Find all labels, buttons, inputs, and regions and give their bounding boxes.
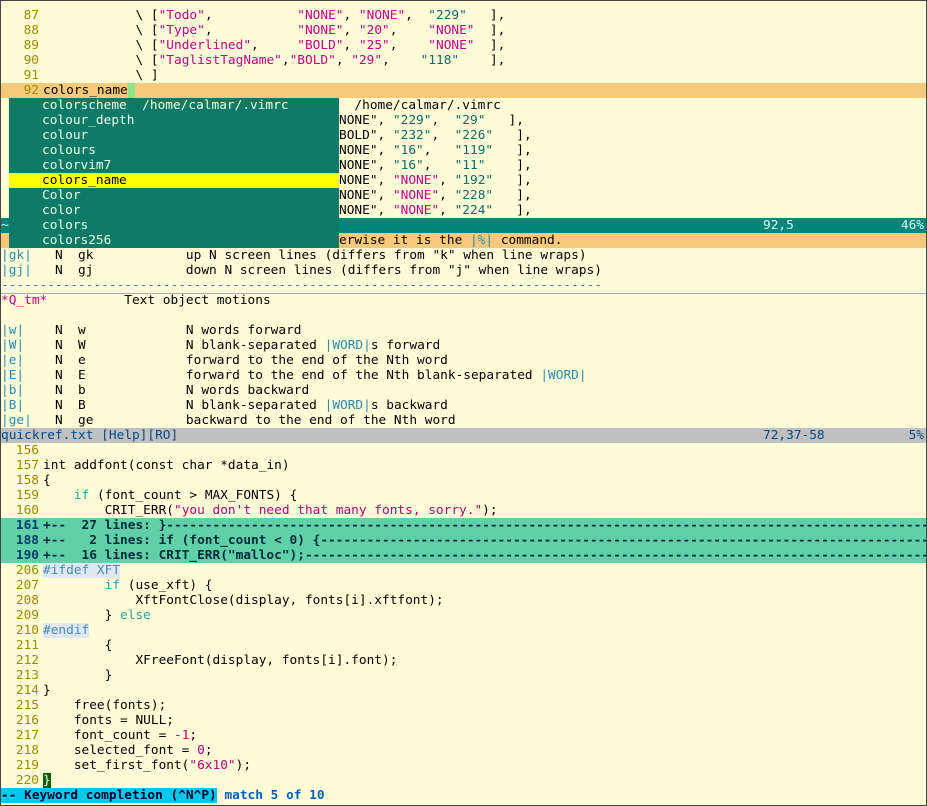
line-number: 212 <box>15 653 39 668</box>
line-number: 92 <box>23 83 39 98</box>
line-number: 214 <box>15 683 39 698</box>
line-number: 207 <box>15 578 39 593</box>
fold-line: 190 +-- 16 lines: CRIT_ERR("malloc");----… <box>1 548 926 563</box>
code-line: 158{ <box>1 473 926 488</box>
completion-item[interactable]: colors256 <box>9 233 339 248</box>
buffer-line: 90 \ ["TaglistTagName","BOLD", "29", "11… <box>1 53 926 68</box>
code-line: 156 <box>1 443 926 458</box>
help-motion-row: |W| N W N blank-separated |WORD|s forwar… <box>1 338 441 353</box>
help-motion-row: |e| N e forward to the end of the Nth wo… <box>1 353 448 368</box>
line-number: 215 <box>15 698 39 713</box>
completion-item[interactable]: colors <box>9 218 339 233</box>
code-line: 220} <box>1 773 926 788</box>
line-number: 213 <box>15 668 39 683</box>
code-line: 217 font_count = -1; <box>1 728 926 743</box>
completion-item[interactable]: colours <box>9 143 339 158</box>
line-number: 210 <box>15 623 39 638</box>
line-number: 157 <box>15 458 39 473</box>
completion-item[interactable]: colorscheme /home/calmar/.vimrc <box>9 98 339 113</box>
line-number: 219 <box>15 758 39 773</box>
help-motion-row: |B| N B N blank-separated |WORD|s backwa… <box>1 398 448 413</box>
line-number: 209 <box>15 608 39 623</box>
help-motion-row: |w| N w N words forward <box>1 323 302 338</box>
help-row: |gj| N gj down N screen lines (differs f… <box>1 263 602 278</box>
line-number: 159 <box>15 488 39 503</box>
code-line: 219 set_first_font("6x10"); <box>1 758 926 773</box>
code-line: 211 { <box>1 638 926 653</box>
code-line: 209 } else <box>1 608 926 623</box>
code-line: 214} <box>1 683 926 698</box>
code-line: 206 #ifdef XFT <box>1 563 926 578</box>
help-rule: ----------------------------------------… <box>1 278 926 294</box>
code-line: 215 free(fonts); <box>1 698 926 713</box>
help-section-title: *Q_tm* Text object motions <box>1 293 271 308</box>
completion-item[interactable]: color <box>9 203 339 218</box>
help-row: |gk| N gk up N screen lines (differs fro… <box>1 248 587 263</box>
mode-indicator: -- Keyword completion (^N^P) <box>1 788 217 803</box>
line-number: 211 <box>15 638 39 653</box>
completion-item[interactable]: colors_name <box>9 173 339 188</box>
code-line: 216 fonts = NULL; <box>1 713 926 728</box>
help-motion-row: |ge| N ge backward to the end of the Nth… <box>1 413 456 428</box>
code-line: 157 int addfont(const char *data_in) <box>1 458 926 473</box>
line-number: 220 <box>15 773 39 788</box>
help-motion-row: |b| N b N words backward <box>1 383 310 398</box>
line-number: 88 <box>23 23 39 38</box>
fold-line: 188 +-- 2 lines: if (font_count < 0) {---… <box>1 533 926 548</box>
code-line: 207 if (use_xft) { <box>1 578 926 593</box>
line-number: 206 <box>15 563 39 578</box>
code-line: 210 #endif <box>1 623 926 638</box>
completion-popup-menu[interactable]: colorscheme /home/calmar/.vimrc colour_de… <box>9 98 339 248</box>
code-line: 218 selected_font = 0; <box>1 743 926 758</box>
code-line: 208 XftFontClose(display, fonts[i].xftfo… <box>1 593 926 608</box>
code-line: 159 if (font_count > MAX_FONTS) { <box>1 488 926 503</box>
completion-item[interactable]: Color <box>9 188 339 203</box>
line-number: 156 <box>15 443 39 458</box>
buffer-line: 89 \ ["Underlined", "BOLD", "25", "NONE"… <box>1 38 926 53</box>
help-motion-row: |E| N E forward to the end of the Nth bl… <box>1 368 587 383</box>
line-number: 160 <box>15 503 39 518</box>
vim-window[interactable]: 87 \ ["Todo", "NONE", "NONE", "229" ], 88… <box>0 0 927 806</box>
line-number: 91 <box>23 68 39 83</box>
completion-item[interactable]: colour <box>9 128 339 143</box>
line-number: 89 <box>23 38 39 53</box>
completion-item[interactable]: colorvim7 <box>9 158 339 173</box>
cursor-line: 92 colors_name <box>1 83 926 98</box>
code-line: 160 CRIT_ERR("you don't need that many f… <box>1 503 926 518</box>
line-number: 90 <box>23 53 39 68</box>
line-number: 158 <box>15 473 39 488</box>
code-line: 213 } <box>1 668 926 683</box>
line-number: 208 <box>15 593 39 608</box>
buffer-line: 87 \ ["Todo", "NONE", "NONE", "229" ], <box>1 8 926 23</box>
line-number: 216 <box>15 713 39 728</box>
line-number: 87 <box>23 8 39 23</box>
completion-item[interactable]: colour_depth <box>9 113 339 128</box>
fold-line: 161 +-- 27 lines: }----------------------… <box>1 518 926 533</box>
code-line: 212 XFreeFont(display, fonts[i].font); <box>1 653 926 668</box>
line-number: 218 <box>15 743 39 758</box>
status-line-help: quickref.txt [Help][RO] 72,37-58 5% <box>1 428 926 443</box>
command-line: -- Keyword completion (^N^P) match 5 of … <box>1 788 926 803</box>
completion-status: match 5 of 10 <box>216 788 325 803</box>
line-number: 217 <box>15 728 39 743</box>
buffer-line: 88 \ ["Type", "NONE", "20", "NONE" ], <box>1 23 926 38</box>
buffer-line: 91 \ ] <box>1 68 926 83</box>
